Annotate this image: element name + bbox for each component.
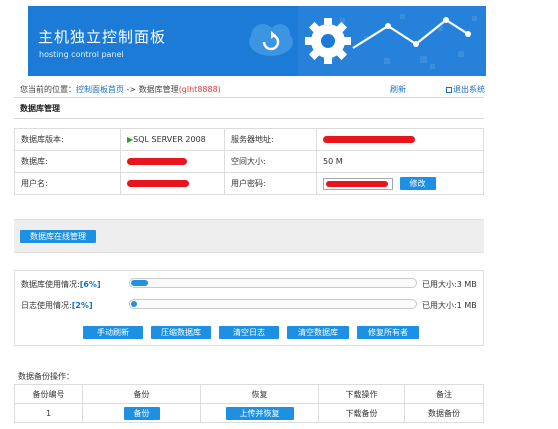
database-info-table: 数据库版本: ▶SQL SERVER 2008 服务器地址: 数据库: 空间大小… (14, 128, 484, 195)
redacted-server-address (323, 136, 415, 143)
db-usage-text: 数据库使用情况: (21, 280, 80, 289)
panel-subtitle: hosting control panel (39, 50, 124, 59)
edit-password-button[interactable]: 修改 (399, 177, 436, 190)
backup-table: 备份编号 备份 恢复 下载操作 备注 1 备份 上传并恢复 下载备份 数据备份 (14, 384, 484, 423)
upload-restore-button[interactable]: 上传并恢复 (225, 406, 294, 420)
compress-database-button[interactable]: 压缩数据库 (151, 326, 211, 339)
breadcrumb-prefix: 您当前的位置： (20, 85, 76, 94)
logout-link[interactable]: 退出系统 (446, 84, 485, 95)
table-header-row: 备份编号 备份 恢复 下载操作 备注 (14, 384, 484, 404)
clear-database-button[interactable]: 清空数据库 (287, 326, 349, 339)
space-value: 50 M (316, 150, 484, 173)
usage-panel: 数据库使用情况:[6%] 已用大小:3 MB 日志使用情况:[2%] 已用大小:… (14, 270, 484, 346)
table-row: 1 备份 上传并恢复 下载备份 数据备份 (14, 403, 484, 423)
table-row: 数据库: 空间大小: 50 M (14, 150, 484, 173)
header-download: 下载操作 (318, 384, 405, 404)
refresh-link[interactable]: 刷新 (390, 84, 406, 95)
space-label: 空间大小: (224, 150, 317, 173)
database-label: 数据库: (14, 150, 121, 173)
divider (14, 118, 484, 119)
backup-id-cell: 1 (14, 403, 83, 423)
db-usage-label: 数据库使用情况:[6%] (21, 279, 101, 290)
backup-button[interactable]: 备份 (123, 406, 160, 420)
manual-refresh-button[interactable]: 手动刷新 (83, 326, 143, 339)
database-value (120, 150, 225, 173)
breadcrumb-current: 数据库管理 (138, 85, 179, 94)
online-manage-button[interactable]: 数据库在线管理 (20, 230, 96, 243)
redacted-database-name (127, 158, 187, 165)
online-manage-panel: 数据库在线管理 (14, 219, 484, 253)
version-value: SQL SERVER 2008 (133, 135, 206, 144)
username-value (120, 172, 225, 195)
breadcrumb: 您当前的位置：控制面板首页 -> 数据库管理(glht8888) (20, 84, 221, 95)
db-usage-bar (129, 278, 417, 288)
password-input[interactable] (323, 177, 393, 190)
clear-log-button[interactable]: 清空日志 (219, 326, 279, 339)
note-cell: 数据备份 (404, 403, 484, 423)
repair-owner-button[interactable]: 修复所有者 (357, 326, 419, 339)
password-cell: 修改 (316, 172, 484, 195)
log-usage-text: 日志使用情况: (21, 301, 72, 310)
section-title: 数据库管理 (20, 104, 60, 113)
header-note: 备注 (404, 384, 484, 404)
restore-action-cell: 上传并恢复 (200, 403, 319, 423)
breadcrumb-account: (glht8888) (178, 85, 221, 94)
db-used-size: 已用大小:3 MB (422, 280, 477, 289)
db-usage-fill (131, 280, 149, 286)
username-label: 用户名: (14, 172, 121, 195)
download-backup-link[interactable]: 下载备份 (318, 403, 405, 423)
header-backup: 备份 (82, 384, 201, 404)
redacted-password (326, 180, 388, 187)
version-label: 数据库版本: (14, 128, 121, 151)
log-usage-fill (131, 301, 137, 307)
panel-title: 主机独立控制面板 (38, 28, 167, 46)
version-cell: ▶SQL SERVER 2008 (120, 128, 225, 151)
redacted-username (127, 180, 189, 187)
server-label: 服务器地址: (224, 128, 317, 151)
log-usage-label: 日志使用情况:[2%] (21, 300, 93, 311)
header-restore: 恢复 (200, 384, 319, 404)
logout-icon (446, 86, 452, 93)
table-row: 用户名: 用户密码: 修改 (14, 172, 484, 195)
table-row: 数据库版本: ▶SQL SERVER 2008 服务器地址: (14, 128, 484, 151)
backup-action-cell: 备份 (82, 403, 201, 423)
backup-section-title: 数据备份操作： (18, 372, 74, 381)
cloud-icon (249, 24, 293, 56)
logout-label: 退出系统 (453, 85, 485, 94)
divider (14, 97, 484, 98)
header-banner: 主机独立控制面板 hosting control panel (28, 6, 486, 76)
log-usage-percent: [2%] (71, 301, 93, 310)
log-usage-bar (129, 299, 417, 309)
breadcrumb-separator: -> (124, 85, 139, 94)
gear-icon (305, 18, 351, 64)
server-value (316, 128, 484, 151)
password-label: 用户密码: (224, 172, 317, 195)
db-usage-percent: [6%] (79, 280, 101, 289)
breadcrumb-home-link[interactable]: 控制面板首页 (76, 85, 124, 94)
header-backup-id: 备份编号 (14, 384, 83, 404)
log-used-size: 已用大小:1 MB (422, 301, 477, 310)
